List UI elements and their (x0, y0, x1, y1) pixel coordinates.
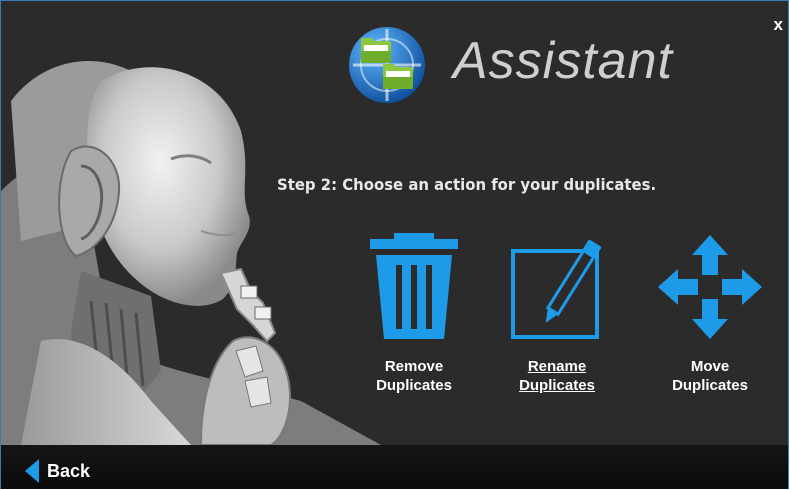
assistant-window: x Assistant Step 2: Choose an action for… (0, 0, 789, 489)
remove-duplicates-label: Remove Duplicates (376, 358, 452, 394)
app-title: Assistant (453, 32, 673, 90)
trash-icon (370, 233, 458, 339)
back-arrow-icon (25, 459, 39, 483)
robot-illustration (1, 61, 381, 445)
rename-duplicates-label: Rename Duplicates (519, 358, 595, 394)
move-arrows-icon (658, 235, 762, 339)
back-button[interactable]: Back (25, 459, 90, 483)
step-instruction: Step 2: Choose an action for your duplic… (277, 175, 657, 194)
footer-bar (1, 445, 788, 489)
app-logo-icon (349, 27, 425, 103)
close-button[interactable]: x (774, 15, 783, 35)
main-panel: x Assistant Step 2: Choose an action for… (1, 1, 788, 445)
remove-duplicates-button[interactable]: Remove Duplicates (349, 233, 479, 395)
rename-duplicates-button[interactable]: Rename Duplicates (492, 233, 622, 395)
move-duplicates-label: Move Duplicates (672, 358, 748, 394)
move-duplicates-button[interactable]: Move Duplicates (645, 233, 775, 395)
edit-pencil-icon (511, 239, 602, 339)
back-label: Back (47, 460, 91, 481)
